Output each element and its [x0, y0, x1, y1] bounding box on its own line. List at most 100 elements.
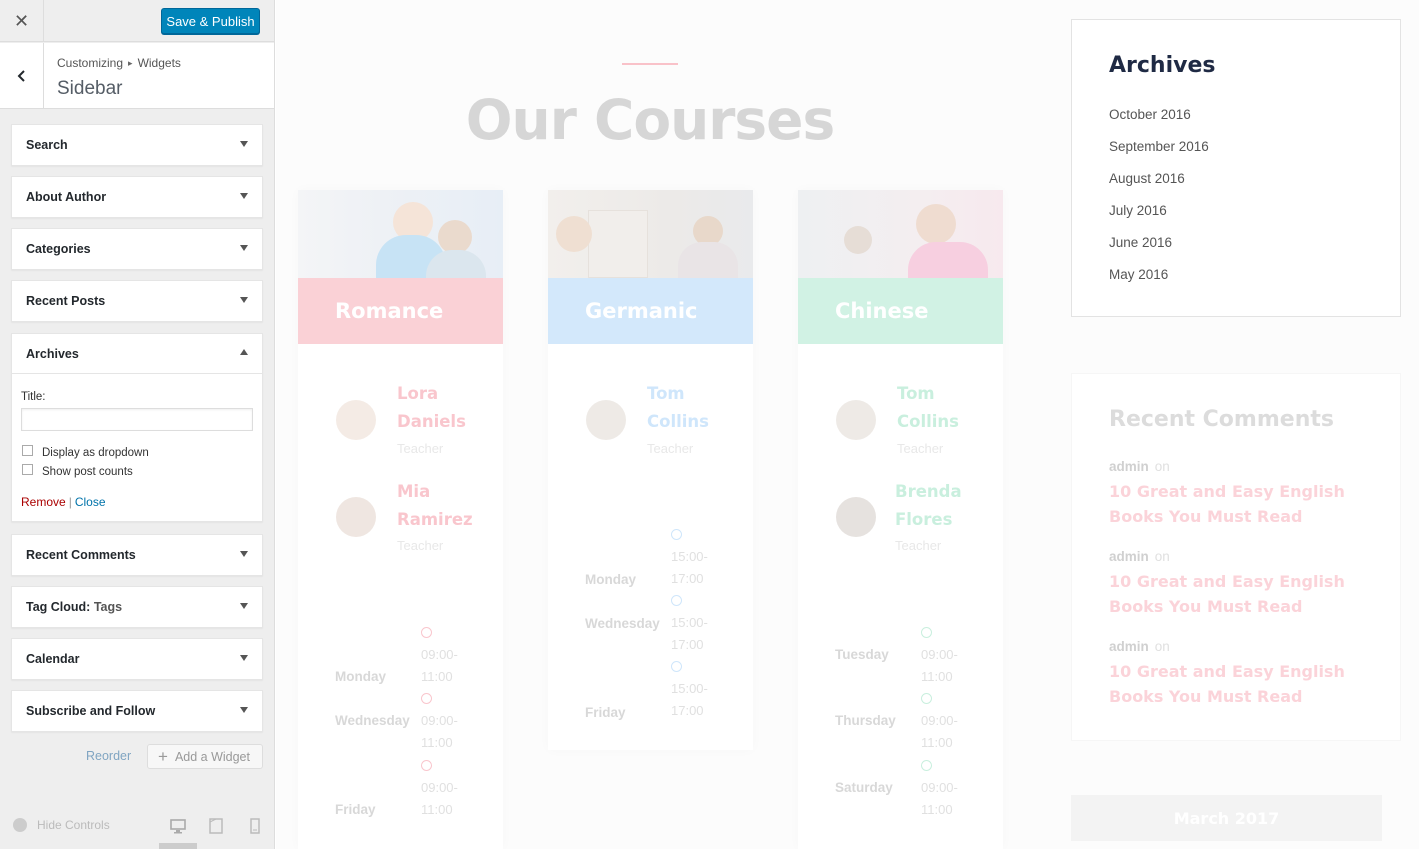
widget-title[interactable]: Recent Comments: [12, 535, 262, 575]
clock-icon: [671, 529, 682, 540]
clock-icon: [921, 760, 932, 771]
widget-search[interactable]: Search: [11, 124, 263, 166]
tablet-icon[interactable]: [207, 817, 225, 835]
widget-title[interactable]: Search: [12, 125, 262, 165]
avatar: [336, 400, 376, 440]
widget-about-author[interactable]: About Author: [11, 176, 263, 218]
course-name[interactable]: Romance: [298, 278, 503, 344]
teacher-role: Teacher: [397, 538, 444, 553]
expand-arrow-icon[interactable]: [240, 603, 248, 609]
plus-icon: +: [158, 746, 168, 766]
archive-link[interactable]: June 2016: [1109, 235, 1172, 250]
section-title: Sidebar: [57, 78, 123, 99]
dropdown-option: Display as dropdown: [22, 444, 149, 459]
widget-title[interactable]: Tag Cloud: Tags: [12, 587, 262, 627]
chevron-left-icon: [17, 70, 25, 82]
clock-icon: [921, 693, 932, 704]
close-button[interactable]: ✕: [0, 0, 44, 42]
comment-post-link[interactable]: 10 Great and Easy English Books You Must…: [1109, 479, 1349, 529]
calendar-caption: March 2017: [1071, 795, 1382, 841]
widget-title[interactable]: Recent Posts: [12, 281, 262, 321]
widget-tag-cloud[interactable]: Tag Cloud: Tags: [11, 586, 263, 628]
comment-post-link[interactable]: 10 Great and Easy English Books You Must…: [1109, 569, 1349, 619]
teacher-role: Teacher: [897, 441, 944, 456]
course-name[interactable]: Germanic: [548, 278, 753, 344]
expand-arrow-icon[interactable]: [240, 193, 248, 199]
schedule-day: Friday: [585, 705, 626, 720]
course-name[interactable]: Chinese: [798, 278, 1003, 344]
display-as-dropdown-checkbox[interactable]: [22, 444, 33, 456]
teacher-role: Teacher: [397, 441, 444, 456]
expand-arrow-icon[interactable]: [240, 245, 248, 251]
section-header: Customizing ▸ Widgets Sidebar: [0, 43, 274, 109]
archive-link[interactable]: October 2016: [1109, 107, 1191, 122]
teacher-name[interactable]: Lora Daniels: [397, 380, 466, 436]
expand-arrow-icon[interactable]: [240, 141, 248, 147]
course-card[interactable]: Chinese Tom Collins Teacher Brenda Flores …: [798, 190, 1003, 849]
title-field[interactable]: [21, 408, 253, 431]
avatar: [836, 400, 876, 440]
course-card[interactable]: Romance Lora Daniels Teacher Mia Ramirez T…: [298, 190, 503, 849]
widget-title[interactable]: Subscribe and Follow: [12, 691, 262, 731]
breadcrumb-root: Customizing: [57, 56, 124, 70]
comment-author: admin on: [1109, 639, 1170, 654]
expand-arrow-icon[interactable]: [240, 655, 248, 661]
teacher-name[interactable]: Tom Collins: [647, 380, 709, 436]
widget-title[interactable]: About Author: [12, 177, 262, 217]
teacher-name[interactable]: Mia Ramirez: [397, 478, 473, 534]
expand-arrow-icon[interactable]: [240, 707, 248, 713]
show-post-counts-checkbox[interactable]: [22, 463, 33, 475]
recent-comments-widget-preview: Recent Comments admin on 10 Great and Eas…: [1071, 373, 1401, 741]
comment-author: admin on: [1109, 549, 1170, 564]
post-counts-option: Show post counts: [22, 463, 133, 478]
archive-link[interactable]: September 2016: [1109, 139, 1209, 154]
close-link[interactable]: Close: [75, 495, 106, 509]
reorder-link[interactable]: Reorder: [86, 749, 131, 763]
archive-link[interactable]: May 2016: [1109, 267, 1168, 282]
expand-arrow-icon[interactable]: [240, 551, 248, 557]
teacher-name[interactable]: Brenda Flores: [895, 478, 962, 534]
schedule-day: Monday: [585, 572, 637, 587]
recent-comments-heading: Recent Comments: [1109, 407, 1334, 432]
course-photo: [798, 190, 1003, 278]
widget-recent-posts[interactable]: Recent Posts: [11, 280, 263, 322]
teacher-name[interactable]: Tom Collins: [897, 380, 959, 436]
desktop-icon[interactable]: [169, 817, 187, 835]
schedule-day: Friday: [335, 802, 376, 817]
mobile-icon[interactable]: [246, 817, 264, 835]
comment-post-link[interactable]: 10 Great and Easy English Books You Must…: [1109, 659, 1349, 709]
teacher-role: Teacher: [895, 538, 942, 553]
widget-title[interactable]: Archives: [12, 334, 262, 374]
save-publish-button[interactable]: Save & Publish: [161, 8, 260, 34]
widget-recent-comments[interactable]: Recent Comments: [11, 534, 263, 576]
schedule-day: Saturday: [835, 780, 893, 795]
schedule-day: Wednesday: [585, 616, 660, 631]
expand-arrow-icon[interactable]: [240, 297, 248, 303]
collapse-arrow-icon[interactable]: [240, 349, 248, 355]
clock-icon: [421, 693, 432, 704]
schedule-day: Wednesday: [335, 713, 410, 728]
remove-link[interactable]: Remove: [21, 495, 66, 509]
breadcrumb: Customizing ▸ Widgets: [57, 56, 181, 70]
schedule-time: 09:00-11:00: [921, 688, 971, 754]
archive-link[interactable]: July 2016: [1109, 203, 1167, 218]
widget-actions: Remove | Close: [21, 495, 106, 509]
schedule-day: Thursday: [835, 713, 896, 728]
widget-calendar[interactable]: Calendar: [11, 638, 263, 680]
customizer-footer: Hide Controls: [0, 805, 274, 849]
title-accent-line: [622, 63, 678, 65]
archive-link[interactable]: August 2016: [1109, 171, 1185, 186]
course-photo: [298, 190, 503, 278]
widget-categories[interactable]: Categories: [11, 228, 263, 270]
course-card[interactable]: Germanic Tom Collins Teacher Monday 15:00…: [548, 190, 753, 750]
schedule-time: 09:00-11:00: [421, 622, 471, 688]
hide-controls-button[interactable]: Hide Controls: [13, 818, 110, 832]
widget-title[interactable]: Categories: [12, 229, 262, 269]
add-widget-button[interactable]: + Add a Widget: [147, 744, 263, 769]
widget-title[interactable]: Calendar: [12, 639, 262, 679]
schedule-day: Monday: [335, 669, 387, 684]
archives-heading: Archives: [1109, 53, 1216, 78]
back-button[interactable]: [0, 43, 44, 109]
widget-archives: Archives Title: Display as dropdown Show…: [11, 333, 263, 522]
widget-subscribe-follow[interactable]: Subscribe and Follow: [11, 690, 263, 732]
